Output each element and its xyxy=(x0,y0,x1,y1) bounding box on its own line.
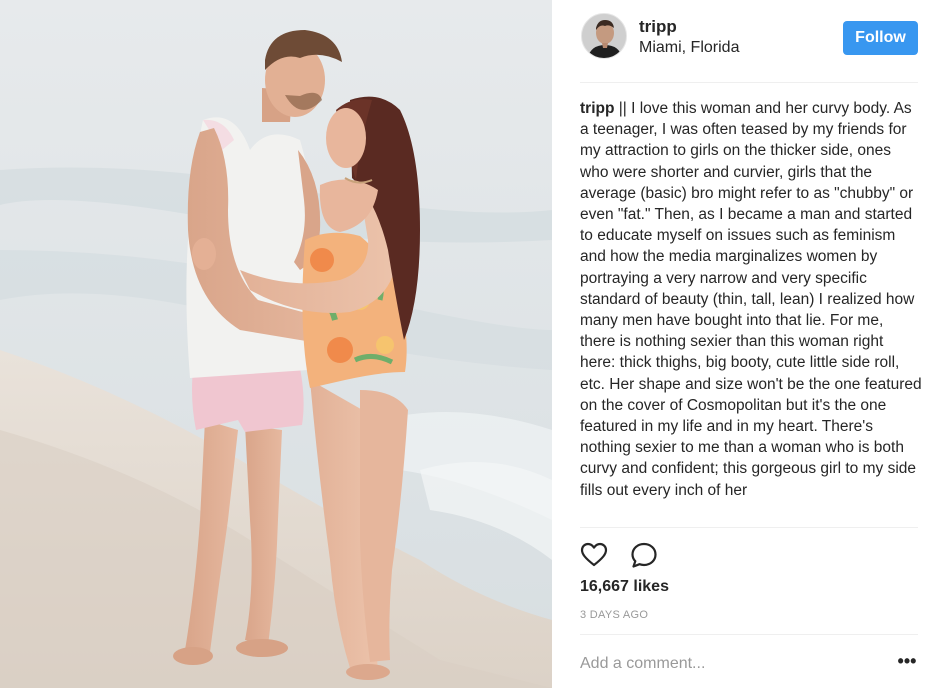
heart-outline-icon[interactable] xyxy=(580,541,608,569)
ellipsis-icon[interactable]: ••• xyxy=(896,652,918,674)
post-timestamp[interactable]: 3 DAYS AGO xyxy=(580,609,648,621)
header-divider xyxy=(580,82,918,83)
beach-couple-illustration xyxy=(0,0,552,688)
speech-bubble-icon[interactable] xyxy=(630,541,658,569)
comment-bar: ••• xyxy=(580,650,918,678)
caption-username[interactable]: tripp xyxy=(580,100,614,117)
post-location[interactable]: Miami, Florida xyxy=(639,39,739,57)
caption-text: || I love this woman and her curvy body.… xyxy=(580,100,922,499)
comment-divider xyxy=(580,634,918,635)
caption-divider xyxy=(580,527,918,528)
action-bar xyxy=(580,541,700,569)
post-username[interactable]: tripp xyxy=(639,17,677,37)
avatar[interactable] xyxy=(581,13,627,59)
comment-input[interactable] xyxy=(580,650,880,678)
like-count[interactable]: 16,667 likes xyxy=(580,578,669,596)
caption-scroll-area[interactable]: tripp || I love this woman and her curvy… xyxy=(580,98,922,526)
post-photo[interactable] xyxy=(0,0,552,688)
caption: tripp || I love this woman and her curvy… xyxy=(580,98,922,501)
follow-button[interactable]: Follow xyxy=(843,21,918,55)
profile-photo xyxy=(582,14,626,58)
post-side-panel: tripp Miami, Florida Follow tripp || I l… xyxy=(552,0,940,688)
post-header: tripp Miami, Florida Follow xyxy=(552,0,940,82)
